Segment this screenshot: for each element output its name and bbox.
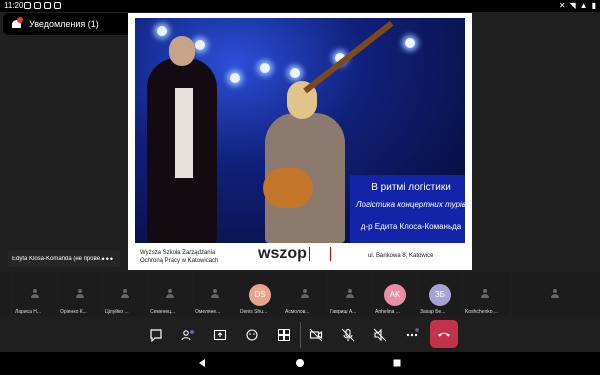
avatar: ЗБ (429, 284, 451, 306)
participant-tile[interactable]: Лариса Н... (13, 272, 57, 317)
participant-name: Оріенко К... (60, 309, 87, 315)
guitar-neck (303, 20, 394, 94)
slide-author: д-р Едита Клоса-Команьда (360, 222, 462, 231)
sound-off-icon: ✕ (558, 1, 566, 10)
guitar-body (263, 168, 313, 208)
app-icon (54, 2, 61, 9)
wifi-icon: ◥ (569, 1, 576, 10)
slide-address: ul. Bankowa 8, Katowice (368, 253, 434, 259)
school-line-2: Ochroną Pracy w Katowicach (140, 258, 219, 264)
musician-left (147, 36, 217, 243)
avatar: DS (249, 284, 271, 306)
person-icon (165, 289, 175, 299)
school-line-1: Wyższa Szkoła Zarządzania (140, 250, 216, 256)
person-icon (550, 289, 560, 299)
instagram-icon (24, 2, 31, 9)
participant-name: Захар Бе... (420, 309, 446, 315)
meeting-toolbar (0, 318, 600, 352)
status-bar: 11:20 ✕ ◥ ▲ ▮ (0, 0, 600, 12)
reactions-icon[interactable] (242, 325, 262, 345)
school-name: Wyższa Szkoła Zarządzania Ochroną Pracy … (140, 249, 218, 265)
layout-icon[interactable] (274, 325, 294, 345)
participant-tile[interactable]: Асмолов... (283, 272, 327, 317)
participant-name: Омеляне... (195, 309, 221, 315)
shared-presentation: В ритмі логістики Логістика концертних т… (128, 13, 472, 270)
person-icon (120, 289, 130, 299)
share-icon[interactable] (210, 325, 230, 345)
signal-icon: ▲ (579, 1, 588, 10)
clock: 11:20 (4, 1, 24, 10)
more-options-icon[interactable]: ••• (102, 254, 114, 264)
logo-mark (308, 246, 331, 261)
slide-subtitle: Логістика концертних турів (356, 200, 465, 209)
slide-title-box: В ритмі логістики Логістика концертних т… (350, 175, 465, 243)
status-notification-icons (24, 2, 61, 9)
hangup-button[interactable] (430, 320, 458, 348)
participant-tile[interactable] (512, 272, 600, 317)
system-nav-bar (0, 352, 600, 375)
participant-tile[interactable]: Омеляне... (193, 272, 237, 317)
toolbar-divider (300, 322, 301, 348)
participant-tile[interactable]: Семенец... (148, 272, 192, 317)
participant-tile[interactable]: ЗБ Захар Бе... (418, 272, 462, 317)
slide-title: В ритмі логістики (371, 182, 451, 193)
wszop-logo: wszop (258, 245, 331, 263)
participant-tile[interactable]: DS Denis Shu... (238, 272, 282, 317)
recents-icon[interactable] (392, 358, 402, 368)
person-icon (480, 289, 490, 299)
participant-tile[interactable] (0, 272, 10, 317)
participant-name: Семенец... (150, 309, 176, 315)
instagram-icon (44, 2, 51, 9)
person-icon (30, 289, 40, 299)
people-icon[interactable] (178, 325, 198, 345)
person-icon (75, 289, 85, 299)
instagram-icon (34, 2, 41, 9)
participant-name: Лариса Н... (15, 309, 42, 315)
presenter-name-chip[interactable]: Edyta Klosa-Komańda (не прове... ••• (8, 250, 120, 267)
participant-name: Гавриш А... (330, 309, 357, 315)
participant-tile[interactable]: Koshchenko ... (463, 272, 509, 317)
participant-name: Цілуйко ... (105, 309, 129, 315)
logo-text: wszop (258, 245, 307, 262)
participant-tile[interactable]: Гавриш А... (328, 272, 372, 317)
participant-name: Denis Shu... (240, 309, 268, 315)
participant-tile[interactable]: AK Anhelina ... (373, 272, 417, 317)
presenter-name: Edyta Klosa-Komańda (не прове... (12, 255, 102, 262)
participant-tile[interactable]: Цілуйко ... (103, 272, 147, 317)
participant-name: Асмолов... (285, 309, 310, 315)
hangup-icon (438, 332, 450, 337)
participant-tile[interactable]: Оріенко К... (58, 272, 102, 317)
participant-name: Anhelina ... (375, 309, 401, 315)
person-icon (300, 289, 310, 299)
participant-name: Koshchenko ... (465, 309, 499, 315)
system-status-icons: ✕ ◥ ▲ ▮ (559, 0, 596, 12)
speaker-off-icon[interactable] (370, 325, 390, 345)
home-icon[interactable] (295, 358, 305, 368)
person-icon (210, 289, 220, 299)
participant-strip: Лариса Н... Оріенко К... Цілуйко ... Сем… (0, 272, 600, 317)
mic-off-icon[interactable] (338, 325, 358, 345)
battery-icon: ▮ (591, 1, 596, 10)
avatar: AK (384, 284, 406, 306)
bell-icon (11, 17, 23, 30)
chat-icon[interactable] (146, 325, 166, 345)
back-icon[interactable] (197, 358, 207, 368)
person-icon (345, 289, 355, 299)
camera-off-icon[interactable] (306, 325, 326, 345)
concert-photo: В ритмі логістики Логістика концертних т… (135, 18, 465, 243)
more-icon[interactable] (402, 325, 422, 345)
